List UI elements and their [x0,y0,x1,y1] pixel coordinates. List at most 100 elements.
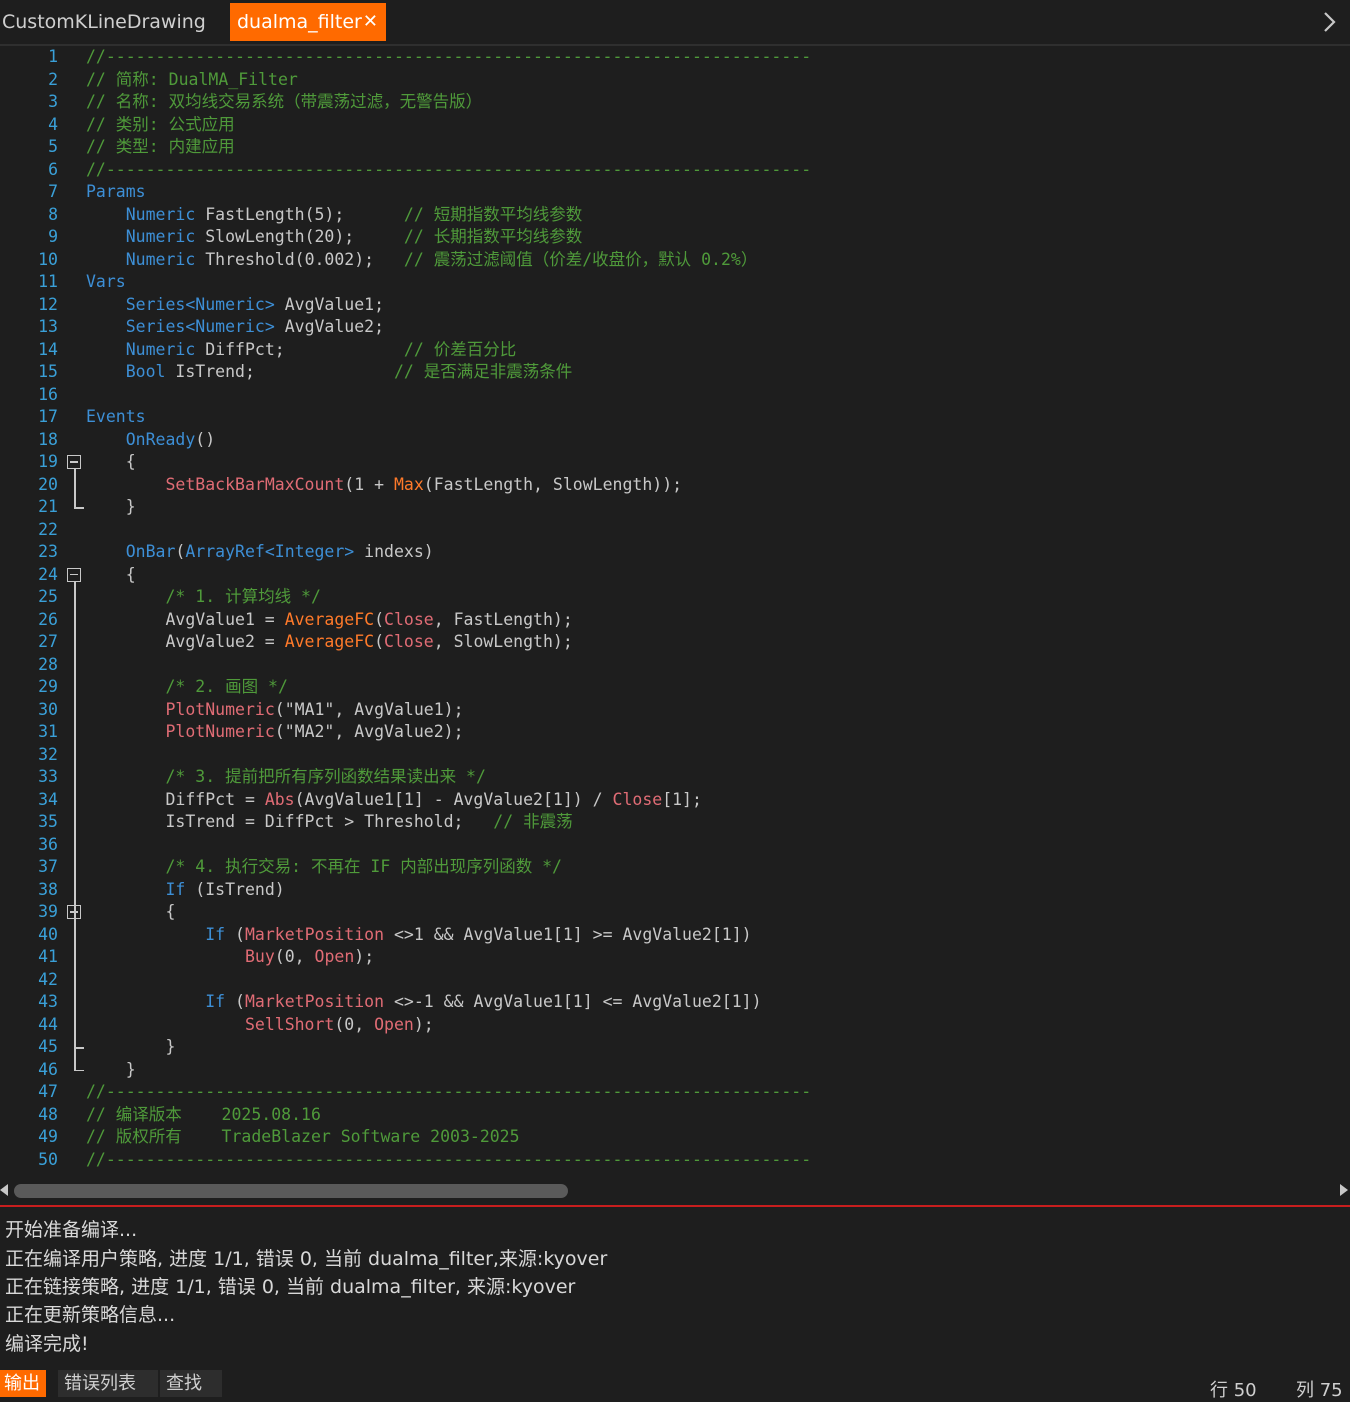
scroll-right-icon[interactable] [1340,1184,1348,1196]
code-token: Buy [244,947,275,966]
code-line[interactable]: 9 Numeric SlowLength(20); // 长期指数平均线参数 [0,226,1350,249]
code-line[interactable]: 35 IsTrend = DiffPct > Threshold; // 非震荡 [0,811,1350,834]
code-line[interactable]: 15 Bool IsTrend; // 是否满足非震荡条件 [0,361,1350,384]
fold-toggle-icon[interactable] [67,455,81,469]
code-token: //--------------------------------------… [86,47,812,66]
code-text: AvgValue2 = AverageFC(Close, SlowLength)… [86,631,572,654]
line-number: 31 [38,722,58,741]
code-line[interactable]: 31 PlotNumeric("MA2", AvgValue2); [0,721,1350,744]
code-token: Series<Numeric> [125,317,275,336]
code-line[interactable]: 22 [0,519,1350,542]
code-line[interactable]: 41 Buy(0, Open); [0,946,1350,969]
fold-toggle-icon[interactable] [67,905,81,919]
code-text: Series<Numeric> AvgValue1; [86,294,384,317]
code-line[interactable]: 36 [0,834,1350,857]
code-line[interactable]: 14 Numeric DiffPct; // 价差百分比 [0,339,1350,362]
code-line[interactable]: 16 [0,384,1350,407]
code-token: OnBar [125,542,176,561]
panel-divider[interactable] [0,1205,1350,1207]
code-line[interactable]: 39 { [0,901,1350,924]
code-line[interactable]: 43 If (MarketPosition <>-1 && AvgValue1[… [0,991,1350,1014]
code-line[interactable]: 21 } [0,496,1350,519]
code-line[interactable]: 38 If (IsTrend) [0,879,1350,902]
tab-label: dualma_filter [237,11,362,33]
code-line[interactable]: 18 OnReady() [0,429,1350,452]
code-token: Numeric [125,249,196,269]
line-number: 27 [38,632,58,651]
code-token: IsTrend; [165,362,394,381]
code-token: IsTrend = DiffPct > Threshold; [86,812,494,831]
line-number: 30 [38,699,58,719]
code-line[interactable]: 26 AvgValue1 = AverageFC(Close, FastLeng… [0,609,1350,632]
code-line[interactable]: 23 OnBar(ArrayRef<Integer> indexs) [0,541,1350,564]
code-line[interactable]: 20 SetBackBarMaxCount(1 + Max(FastLength… [0,474,1350,497]
code-editor[interactable]: 1 //-------------------------------------… [0,46,1350,1178]
code-line[interactable]: 3 // 名称: 双均线交易系统（带震荡过滤，无警告版） [0,91,1350,114]
code-line[interactable]: 1 //-------------------------------------… [0,46,1350,69]
code-text: /* 4. 执行交易: 不再在 IF 内部出现序列函数 */ [86,856,562,879]
code-token: indexs) [354,542,434,561]
code-line[interactable]: 47 //------------------------------------… [0,1081,1350,1104]
code-token: // 非震荡 [493,812,573,831]
code-line[interactable]: 40 If (MarketPosition <>1 && AvgValue1[1… [0,924,1350,947]
code-line[interactable]: 49 // 版权所有 TradeBlazer Software 2003-2025 [0,1126,1350,1149]
code-line[interactable]: 37 /* 4. 执行交易: 不再在 IF 内部出现序列函数 */ [0,856,1350,879]
line-number: 4 [48,114,58,134]
code-line[interactable]: 30 PlotNumeric("MA1", AvgValue1); [0,699,1350,722]
code-line[interactable]: 29 /* 2. 画图 */ [0,676,1350,699]
code-line[interactable]: 13 Series<Numeric> AvgValue2; [0,316,1350,339]
code-line[interactable]: 8 Numeric FastLength(5); // 短期指数平均线参数 [0,204,1350,227]
code-text: // 类别: 公式应用 [86,114,235,137]
scrollbar-thumb[interactable] [14,1184,568,1198]
code-line[interactable]: 12 Series<Numeric> AvgValue1; [0,294,1350,317]
code-line[interactable]: 33 /* 3. 提前把所有序列函数结果读出来 */ [0,766,1350,789]
code-token: Params [86,182,146,201]
code-line[interactable]: 27 AvgValue2 = AverageFC(Close, SlowLeng… [0,631,1350,654]
code-line[interactable]: 46 } [0,1059,1350,1082]
tab-dualma-filter[interactable]: dualma_filter ✕ [230,3,386,41]
line-number: 42 [38,969,58,989]
tab-find[interactable]: 查找 [160,1370,222,1397]
code-line[interactable]: 11 Vars [0,271,1350,294]
tab-error-list[interactable]: 错误列表 [58,1370,158,1397]
code-token: // 震荡过滤阈值（价差/收盘价，默认 0.2%） [403,249,758,269]
code-line[interactable]: 34 DiffPct = Abs(AvgValue1[1] - AvgValue… [0,789,1350,812]
code-text: OnBar(ArrayRef<Integer> indexs) [86,541,434,564]
code-text: If (IsTrend) [86,879,284,902]
tab-output[interactable]: 输出 [0,1370,46,1397]
code-line[interactable]: 48 // 编译版本 2025.08.16 [0,1104,1350,1127]
code-line[interactable]: 45 } [0,1036,1350,1059]
line-number: 50 [38,1149,58,1169]
code-line[interactable]: 28 [0,654,1350,677]
horizontal-scrollbar[interactable] [0,1180,1350,1202]
code-line[interactable]: 6 //-------------------------------------… [0,159,1350,182]
code-line[interactable]: 17 Events [0,406,1350,429]
code-line[interactable]: 44 SellShort(0, Open); [0,1014,1350,1037]
code-line[interactable]: 19 { [0,451,1350,474]
code-token: { [86,452,136,471]
code-line[interactable]: 50 //------------------------------------… [0,1149,1350,1172]
fold-toggle-icon[interactable] [67,567,81,582]
code-line[interactable]: 24 { [0,564,1350,587]
code-line[interactable]: 10 Numeric Threshold(0.002); // 震荡过滤阈值（价… [0,249,1350,272]
code-line[interactable]: 25 /* 1. 计算均线 */ [0,586,1350,609]
line-number: 6 [48,159,58,179]
line-number: 39 [38,902,58,921]
chevron-right-icon[interactable] [1316,8,1342,36]
scroll-left-icon[interactable] [0,1184,8,1196]
code-text: Series<Numeric> AvgValue2; [86,316,384,339]
code-line[interactable]: 7 Params [0,181,1350,204]
code-line[interactable]: 32 [0,744,1350,767]
code-line[interactable]: 42 [0,969,1350,992]
tab-customklinedrawing[interactable]: CustomKLineDrawing [0,3,208,41]
code-line[interactable]: 2 // 简称: DualMA_Filter [0,69,1350,92]
fold-guide [74,469,76,508]
code-line[interactable]: 5 // 类型: 内建应用 [0,136,1350,159]
code-line[interactable]: 4 // 类别: 公式应用 [0,114,1350,137]
close-icon[interactable]: ✕ [363,3,378,41]
code-text: Params [86,181,146,204]
